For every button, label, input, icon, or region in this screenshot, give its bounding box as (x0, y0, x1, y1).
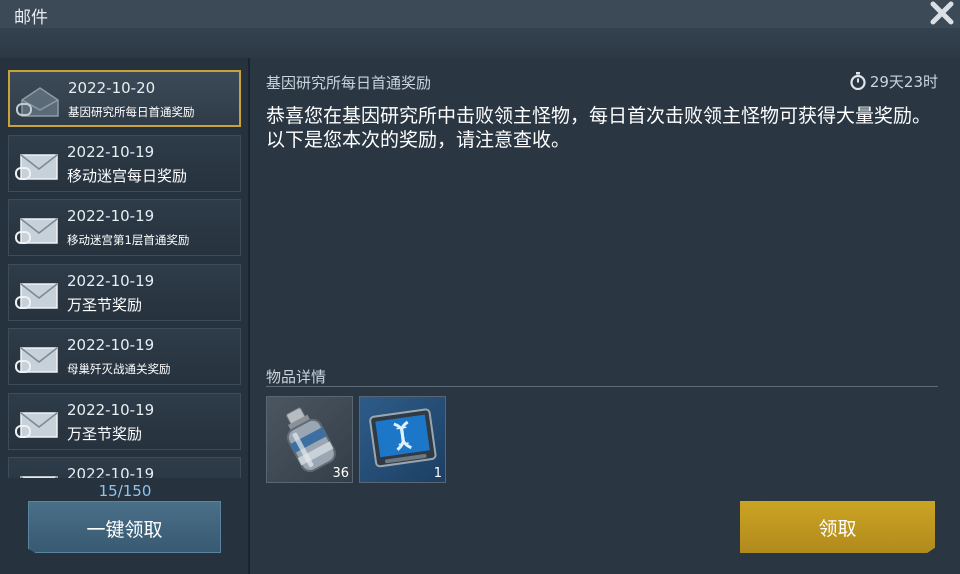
item-quantity: 36 (332, 466, 349, 481)
mail-item[interactable]: 2022-10-20 基因研究所每日首通奖励 (8, 70, 241, 127)
mail-item[interactable]: 2022-10-19 移动迷宫第1层首通奖励 (8, 199, 241, 256)
claim-label: 领取 (818, 518, 857, 540)
window-title: 邮件 (14, 8, 48, 28)
time-remaining: 29天23时 (869, 72, 938, 91)
mail-date: 2022-10-19 (67, 143, 155, 161)
item-quantity: 1 (433, 466, 442, 481)
mail-item[interactable]: 2022-10-19 移动迷宫每日奖励 (8, 135, 241, 192)
claim-all-label: 一键领取 (86, 519, 163, 541)
mail-subject: 母巢歼灭战通关奖励 (67, 362, 171, 376)
envelope-icon (15, 283, 58, 309)
mail-subject: 移动迷宫每日奖励 (67, 167, 188, 185)
envelope-icon (20, 476, 58, 478)
mail-detail-panel: 基因研究所每日首通奖励 29天23时 恭喜您在基因研究所中击败领主怪物，每日首次… (252, 58, 960, 574)
mail-item[interactable]: 2022-10-19 万圣节奖励 (8, 393, 241, 450)
mail-subject: 万圣节奖励 (67, 296, 143, 314)
title-bar: 邮件 (0, 0, 960, 28)
mail-subject: 基因研究所每日首通奖励 (68, 105, 195, 119)
reward-item-slot[interactable]: 36 (266, 396, 353, 483)
mail-count: 15/150 (98, 482, 152, 500)
mail-item[interactable]: 2022-10-19 (8, 457, 241, 478)
stopwatch-icon (850, 72, 866, 90)
mail-subject: 移动迷宫第1层首通奖励 (67, 233, 190, 247)
mail-body-line: 以下是您本次的奖励，请注意查收。 (266, 129, 571, 151)
mail-date: 2022-10-19 (67, 207, 155, 225)
items-divider (266, 386, 938, 387)
envelope-icon (15, 154, 58, 180)
header-band (0, 28, 960, 58)
mail-date: 2022-10-19 (67, 336, 155, 354)
mail-body-line: 恭喜您在基因研究所中击败领主怪物，每日首次击败领主怪物可获得大量奖励。 (266, 105, 932, 127)
mail-item[interactable]: 2022-10-19 万圣节奖励 (8, 264, 241, 321)
mail-body: 恭喜您在基因研究所中击败领主怪物，每日首次击败领主怪物可获得大量奖励。 以下是您… (266, 104, 942, 152)
envelope-icon (15, 218, 58, 244)
mail-list[interactable]: 2022-10-20 基因研究所每日首通奖励 2022-10-19 移动迷宫每日… (8, 70, 242, 478)
dna-tablet-icon (369, 408, 437, 468)
mail-detail-title: 基因研究所每日首通奖励 (266, 74, 432, 92)
close-icon (930, 1, 954, 25)
expiry-timer: 29天23时 (849, 71, 938, 91)
mail-item[interactable]: 2022-10-19 母巢歼灭战通关奖励 (8, 328, 241, 385)
envelope-icon (15, 412, 58, 438)
claim-button[interactable]: 领取 (740, 501, 935, 553)
mail-date: 2022-10-20 (68, 79, 156, 97)
open-envelope-icon (16, 87, 59, 117)
claim-all-button[interactable]: 一键领取 (28, 501, 221, 553)
mail-date: 2022-10-19 (67, 465, 155, 478)
envelope-icon (15, 347, 58, 373)
items-header: 物品详情 (266, 368, 327, 386)
mail-subject: 万圣节奖励 (67, 425, 143, 443)
reward-item-slot[interactable]: 1 (359, 396, 446, 483)
mail-date: 2022-10-19 (67, 401, 155, 419)
mail-date: 2022-10-19 (67, 272, 155, 290)
mail-sidebar: 2022-10-20 基因研究所每日首通奖励 2022-10-19 移动迷宫每日… (0, 58, 250, 574)
close-button[interactable] (928, 0, 956, 28)
